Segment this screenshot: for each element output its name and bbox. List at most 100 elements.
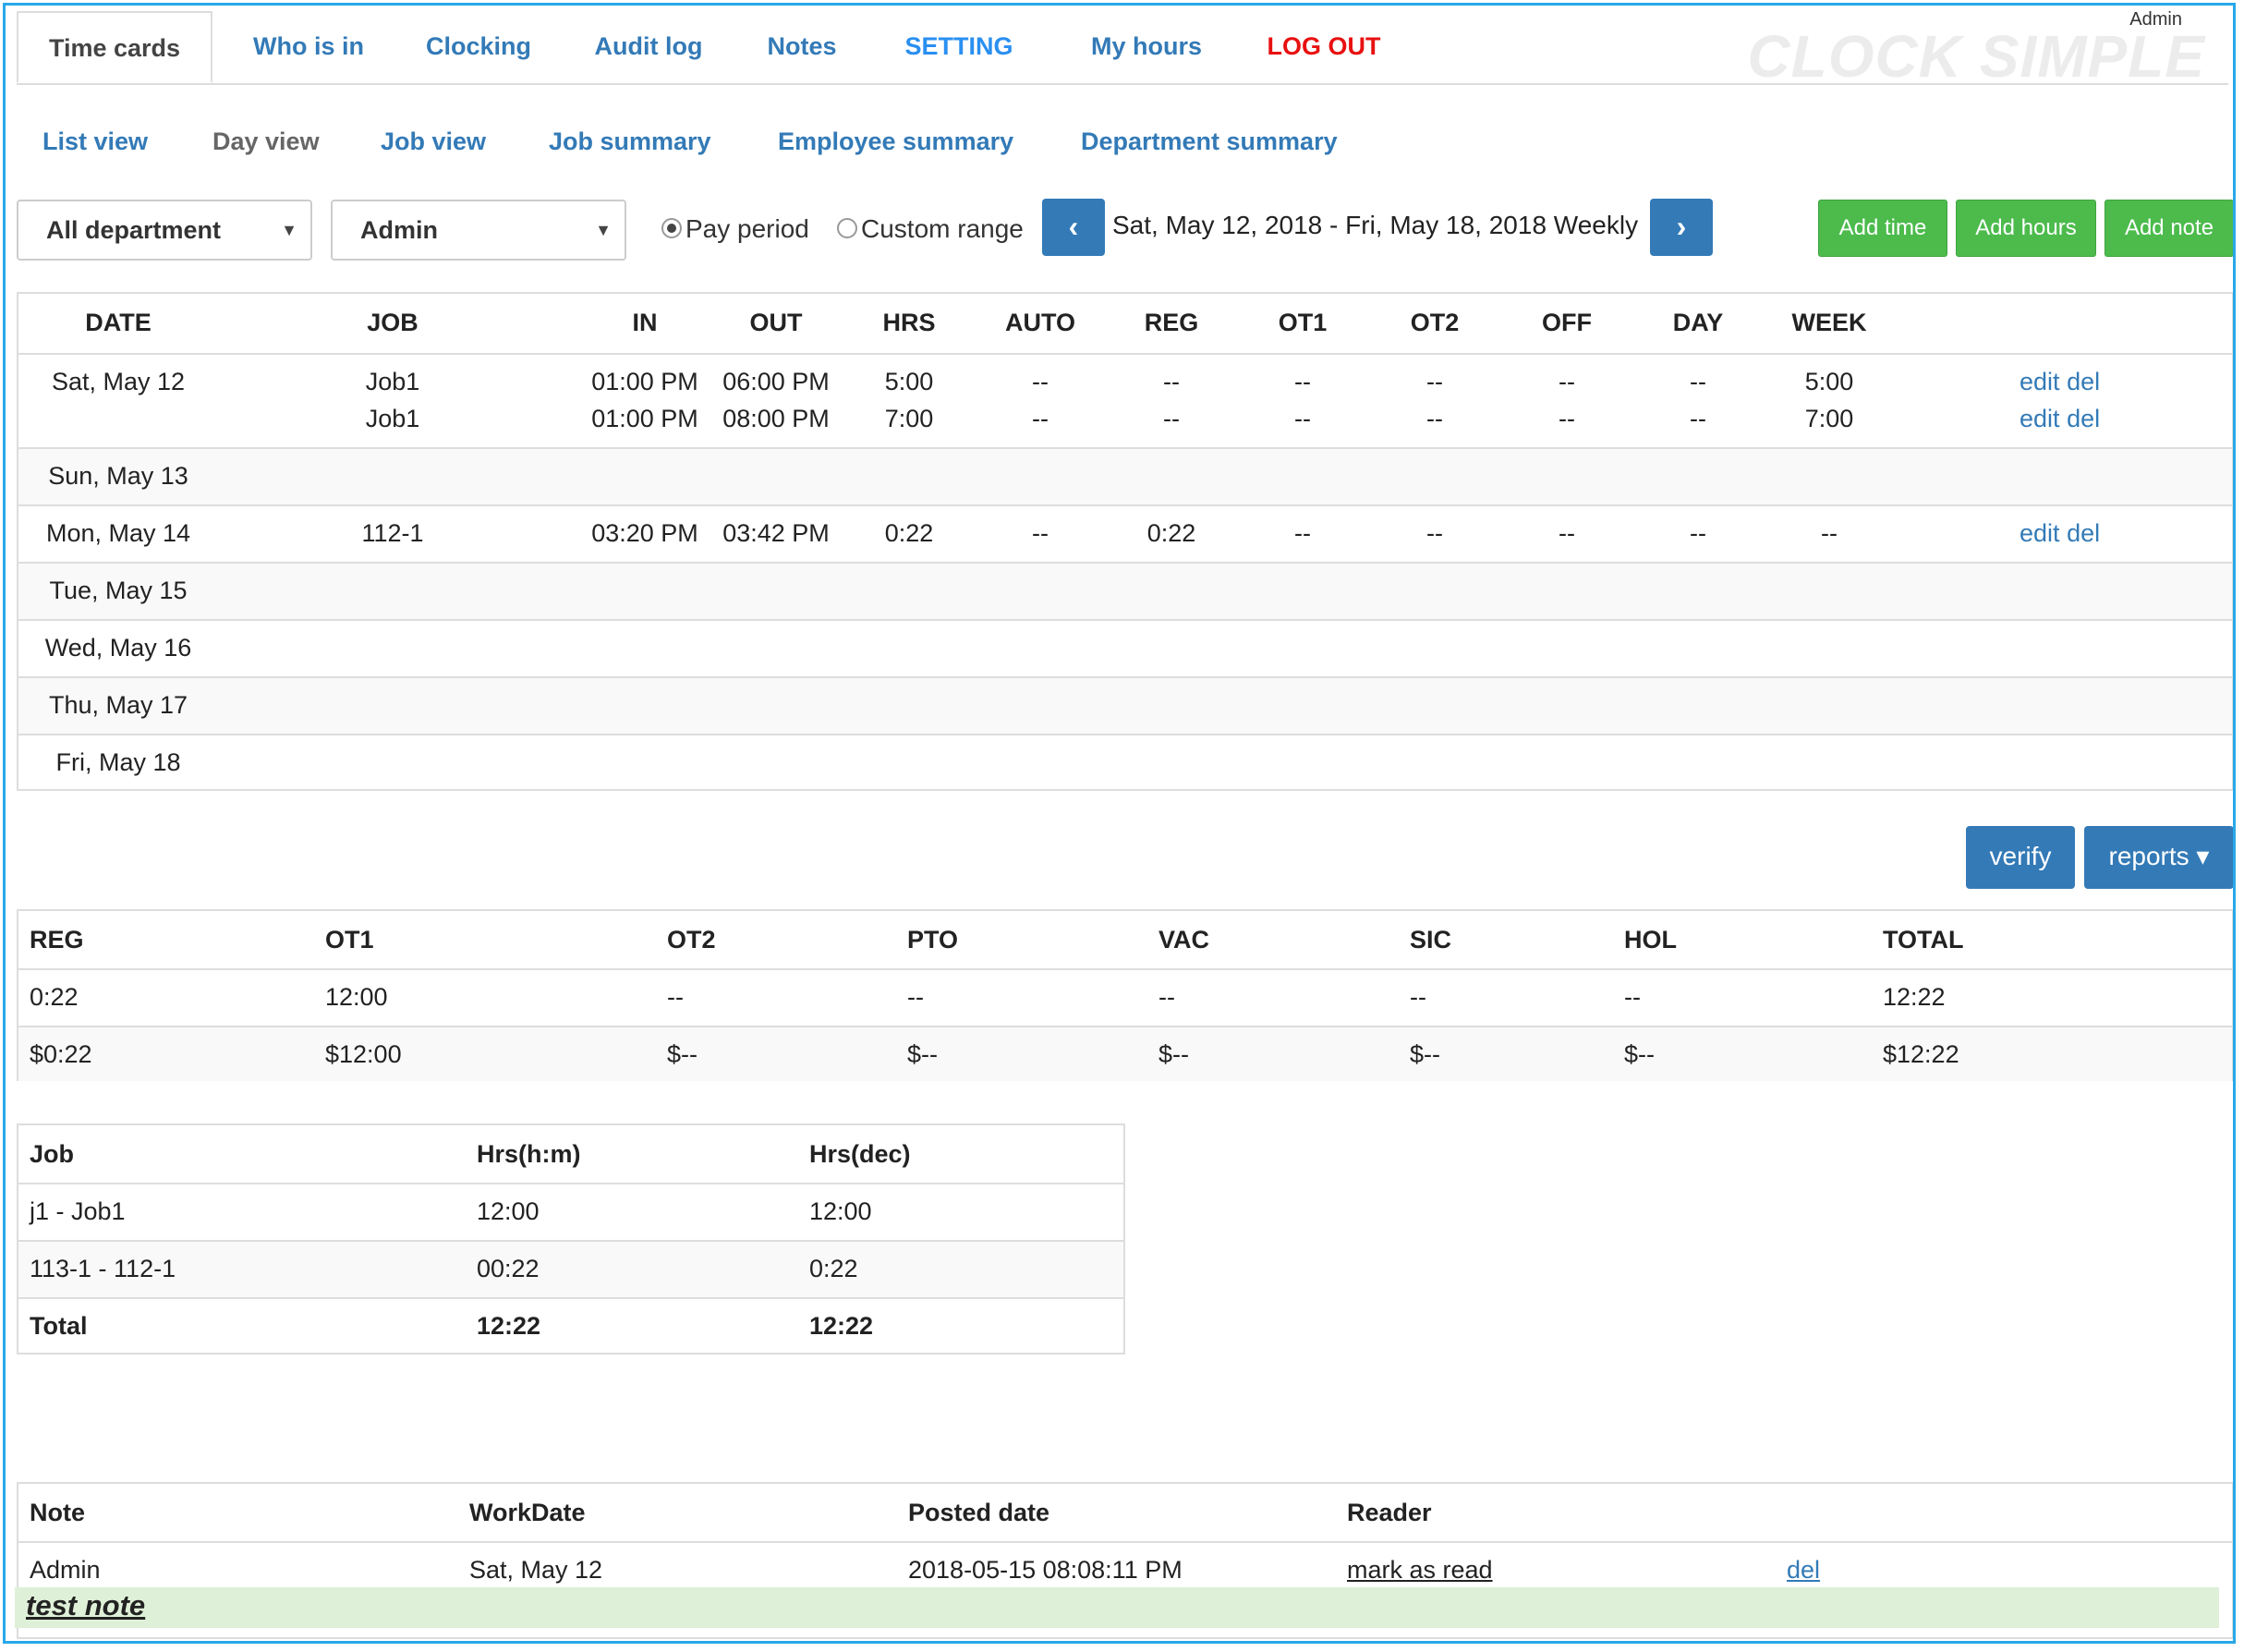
mark-as-read-link[interactable]: mark as read [1347,1556,1493,1585]
tab-notes[interactable]: Notes [746,11,857,83]
tab-log-out[interactable]: LOG OUT [1245,11,1402,83]
totals-hours-row: 0:22 12:00 -- -- -- -- -- 12:22 [18,968,2232,1026]
notes-header-note: Note [30,1499,85,1526]
table-row: Tue, May 15 [18,562,2232,619]
col-header-reg: REG [1144,309,1199,336]
subtab-list-view[interactable]: List view [42,128,148,156]
notes-header-posted: Posted date [908,1499,1050,1526]
tab-audit-log[interactable]: Audit log [575,11,722,83]
brand-logo: CLOCK SIMPLE [1747,23,2205,90]
tab-setting[interactable]: SETTING [885,11,1033,83]
caret-down-icon: ▼ [595,221,612,239]
edit-link[interactable]: edit [2020,405,2060,432]
del-link[interactable]: del [2067,368,2100,395]
totals-header-sic: SIC [1410,926,1452,954]
job-dec: 0:22 [809,1255,858,1282]
tab-clocking[interactable]: Clocking [405,11,552,83]
department-select[interactable]: All department ▼ [17,200,312,261]
del-link[interactable]: del [2067,405,2100,432]
table-row: Sun, May 13 [18,447,2232,504]
entry-reg: -- [1163,368,1180,395]
custom-range-radio[interactable] [837,217,857,238]
totals-value: -- [667,983,684,1011]
add-hours-button[interactable]: Add hours [1956,200,2096,257]
entry-out: 08:00 PM [722,405,830,432]
totals-value: 0:22 [30,983,79,1011]
subtab-day-view[interactable]: Day view [212,128,320,156]
entry-ot1: -- [1294,519,1311,547]
job-total-hm: 12:22 [477,1312,541,1340]
totals-value: 12:00 [325,983,388,1011]
reports-dropdown-button[interactable]: reports ▾ [2084,826,2233,889]
subtab-department-summary[interactable]: Department summary [1081,128,1338,156]
col-header-week: WEEK [1791,309,1867,336]
entry-hrs: 5:00 [884,368,934,395]
table-row: 113-1 - 112-1 00:22 0:22 [18,1240,1123,1297]
del-link[interactable]: del [2067,519,2100,547]
entry-job: Job1 [365,368,420,395]
col-header-job: JOB [367,309,418,336]
totals-header-pto: PTO [907,926,959,954]
custom-range-label: Custom range [861,214,1024,243]
chevron-right-icon: › [1676,210,1687,243]
note-del-link[interactable]: del [1787,1556,1820,1585]
note-author: Admin [30,1556,101,1584]
entry-job: Job1 [365,405,420,432]
employee-select[interactable]: Admin ▼ [331,200,626,261]
add-time-button[interactable]: Add time [1818,200,1947,257]
subtab-employee-summary[interactable]: Employee summary [778,128,1013,156]
job-header-dec: Hrs(dec) [809,1140,911,1168]
job-name: j1 - Job1 [30,1197,126,1225]
entry-day: -- [1690,405,1706,432]
entry-ot1: -- [1294,405,1311,432]
notes-header-workdate: WorkDate [469,1499,586,1526]
edit-link[interactable]: edit [2020,519,2060,547]
job-total-row: Total 12:22 12:22 [18,1297,1123,1354]
totals-value: -- [1410,983,1426,1011]
totals-value: -- [1624,983,1641,1011]
period-range-text: Sat, May 12, 2018 - Fri, May 18, 2018 We… [1112,211,1639,239]
totals-pay: $-- [1624,1040,1655,1068]
col-header-in: IN [632,309,658,336]
totals-pay: $-- [1410,1040,1440,1068]
day-date: Thu, May 17 [48,691,188,719]
next-period-button[interactable]: › [1650,199,1713,256]
custom-range-option[interactable]: Custom range [837,214,1024,244]
col-header-hrs: HRS [882,309,936,336]
tab-my-hours[interactable]: My hours [1077,11,1216,83]
add-note-button[interactable]: Add note [2105,200,2233,257]
job-header-hm: Hrs(h:m) [477,1140,581,1168]
subtab-job-summary[interactable]: Job summary [549,128,711,156]
totals-pay: $-- [1158,1040,1189,1068]
totals-header-hol: HOL [1624,926,1677,954]
chevron-left-icon: ‹ [1068,210,1079,243]
entry-day: -- [1690,368,1706,395]
previous-period-button[interactable]: ‹ [1042,199,1105,256]
tab-time-cards[interactable]: Time cards [17,11,212,83]
job-hm: 00:22 [477,1255,540,1282]
pay-period-option[interactable]: Pay period [661,214,809,244]
note-workdate: Sat, May 12 [469,1556,603,1584]
entry-auto: -- [1032,405,1049,432]
pay-period-radio[interactable] [661,217,682,238]
day-date: Fri, May 18 [55,748,181,776]
entry-off: -- [1559,519,1575,547]
current-user: Admin [2129,9,2182,30]
totals-header-ot2: OT2 [667,926,716,954]
job-total-label: Total [30,1312,88,1340]
entry-week: -- [1821,519,1838,547]
tab-who-is-in[interactable]: Who is in [225,11,392,83]
job-name: 113-1 - 112-1 [30,1255,176,1282]
subtab-job-view[interactable]: Job view [381,128,486,156]
verify-button[interactable]: verify [1966,826,2075,889]
table-row: Wed, May 16 [18,619,2232,676]
col-header-ot2: OT2 [1410,309,1460,336]
table-row: Fri, May 18 [18,734,2232,791]
entry-job: 112-1 [361,519,424,547]
entry-day: -- [1690,519,1706,547]
edit-link[interactable]: edit [2020,368,2060,395]
day-date: Mon, May 14 [45,519,191,547]
col-header-day: DAY [1672,309,1724,336]
totals-value: 12:22 [1883,983,1946,1011]
entry-ot2: -- [1426,405,1443,432]
